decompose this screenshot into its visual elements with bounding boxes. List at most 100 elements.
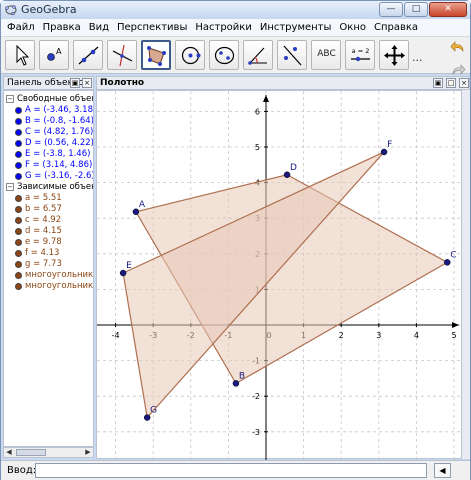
- angle-icon: [248, 47, 267, 65]
- menu-edit[interactable]: Правка: [39, 19, 85, 37]
- point-tool-letter: A: [56, 47, 62, 56]
- close-button[interactable]: ✕: [429, 2, 467, 17]
- more-tools-indicator[interactable]: ...: [412, 51, 423, 64]
- algebra-view: − Свободные объекты A = (-3.46, 3.18)B =…: [3, 90, 94, 447]
- perpendicular-icon: [112, 44, 133, 67]
- line-icon: [78, 46, 99, 65]
- visibility-dot-icon[interactable]: [15, 206, 22, 213]
- move-graphics-tool-button[interactable]: [379, 40, 409, 70]
- graphics-view[interactable]: -4-3-2-1012345654321-1-2-3ABCDEFG: [77, 75, 463, 468]
- input-help-icon[interactable]: ◀: [434, 463, 451, 478]
- input-label: Ввод:: [7, 465, 37, 476]
- free-object-text: F = (3.14, 4.86): [25, 160, 93, 170]
- graphics-side-strip: [462, 90, 470, 459]
- visibility-dot-icon[interactable]: [15, 140, 22, 147]
- graphics-maximize-icon[interactable]: □: [446, 78, 456, 88]
- visibility-dot-icon[interactable]: [15, 239, 22, 246]
- angle-tool-button[interactable]: [243, 40, 273, 70]
- x-axis-arrow: [452, 322, 459, 328]
- y-tick-label: 6: [255, 107, 260, 116]
- menu-bar: Файл Правка Вид Перспективы Настройки Ин…: [1, 19, 470, 37]
- visibility-dot-icon[interactable]: [15, 151, 22, 158]
- undo-icon[interactable]: [450, 39, 466, 55]
- text-tool-button[interactable]: ABC: [311, 40, 341, 70]
- point-label: B: [239, 371, 245, 381]
- polygon-tool-button[interactable]: [141, 40, 171, 70]
- menu-file[interactable]: Файл: [3, 19, 39, 37]
- visibility-dot-icon[interactable]: [15, 261, 22, 268]
- graphics-panel-header: Полотно ▣ □ ×: [96, 76, 470, 90]
- collapse-icon[interactable]: −: [6, 183, 14, 191]
- free-object-text: A = (-3.46, 3.18): [25, 105, 94, 115]
- line-tool-button[interactable]: [73, 40, 103, 70]
- dependent-object-text: e = 9.78: [25, 237, 62, 247]
- perpendicular-tool-button[interactable]: [107, 40, 137, 70]
- scroll-thumb[interactable]: [16, 449, 46, 456]
- panel-restore-icon[interactable]: ▣: [70, 78, 80, 88]
- input-bar: Ввод: ◀: [1, 460, 470, 480]
- visibility-dot-icon[interactable]: [15, 129, 22, 136]
- slider-tool-label: a = 2: [352, 47, 370, 55]
- visibility-dot-icon[interactable]: [15, 228, 22, 235]
- graphics-restore-icon[interactable]: ▣: [433, 78, 443, 88]
- visibility-dot-icon[interactable]: [15, 217, 22, 224]
- dependent-objects-header: Зависимые объекты: [17, 182, 93, 192]
- visibility-dot-icon[interactable]: [15, 250, 22, 257]
- visibility-dot-icon[interactable]: [15, 162, 22, 169]
- collapse-icon[interactable]: −: [6, 95, 14, 103]
- input-field[interactable]: [35, 463, 427, 478]
- graphics-panel-title: Полотно: [100, 78, 145, 88]
- dependent-object-text: c = 4.92: [25, 215, 62, 225]
- panel-close-icon[interactable]: ×: [82, 78, 92, 88]
- polygon-icon: [147, 46, 166, 66]
- visibility-dot-icon[interactable]: [15, 118, 22, 125]
- dependent-object-text: b = 6.57: [25, 204, 62, 214]
- menu-window[interactable]: Окно: [335, 19, 370, 37]
- menu-tools[interactable]: Инструменты: [256, 19, 336, 37]
- move-tool-button[interactable]: [5, 40, 35, 70]
- visibility-dot-icon[interactable]: [15, 173, 22, 180]
- x-tick-label: 2: [339, 331, 344, 340]
- y-axis-arrow: [263, 95, 269, 102]
- conic-tool-button[interactable]: [209, 40, 239, 70]
- point-label: F: [387, 140, 392, 150]
- free-object-text: B = (-0.8, -1.64): [25, 116, 94, 126]
- x-tick-label: 4: [414, 331, 419, 340]
- algebra-panel-header: Панель объектов ▣ ×: [3, 76, 94, 90]
- toolbar: A ABC a = 2 ...: [1, 37, 470, 74]
- menu-perspectives[interactable]: Перспективы: [113, 19, 191, 37]
- maximize-button[interactable]: □: [404, 2, 428, 17]
- circle-icon: [181, 46, 201, 65]
- x-tick-label: 3: [376, 331, 381, 340]
- free-object-text: D = (0.56, 4.22): [25, 138, 94, 148]
- menu-settings[interactable]: Настройки: [191, 19, 255, 37]
- graphics-close-icon[interactable]: ×: [459, 78, 469, 88]
- geogebra-app-icon: [5, 5, 17, 16]
- reflect-icon: [283, 45, 302, 66]
- point-label: G: [150, 406, 157, 416]
- slider-icon: a = 2: [351, 47, 370, 62]
- minimize-button[interactable]: —: [379, 2, 403, 17]
- algebra-horizontal-scrollbar[interactable]: ◀ ▶: [3, 447, 94, 458]
- x-tick-label: 5: [451, 331, 456, 340]
- slider-tool-button[interactable]: a = 2: [345, 40, 375, 70]
- visibility-dot-icon[interactable]: [15, 107, 22, 114]
- circle-tool-button[interactable]: [175, 40, 205, 70]
- cursor-icon: [16, 44, 30, 66]
- scroll-right-icon[interactable]: ▶: [83, 448, 93, 457]
- point-icon: A: [47, 47, 62, 61]
- visibility-dot-icon[interactable]: [15, 283, 22, 290]
- move-arrows-icon: [384, 45, 405, 66]
- free-object-text: E = (-3.8, 1.46): [25, 149, 91, 159]
- graphics-canvas[interactable]: -4-3-2-1012345654321-1-2-3ABCDEFG: [77, 75, 463, 468]
- x-tick-label: -4: [112, 331, 120, 340]
- reflect-tool-button[interactable]: [277, 40, 307, 70]
- menu-help[interactable]: Справка: [370, 19, 422, 37]
- menu-view[interactable]: Вид: [85, 19, 113, 37]
- visibility-dot-icon[interactable]: [15, 195, 22, 202]
- dependent-object-text: a = 5.51: [25, 193, 62, 203]
- scroll-left-icon[interactable]: ◀: [4, 448, 14, 457]
- point-tool-button[interactable]: A: [39, 40, 69, 70]
- point-label: C: [450, 250, 456, 260]
- visibility-dot-icon[interactable]: [15, 272, 22, 279]
